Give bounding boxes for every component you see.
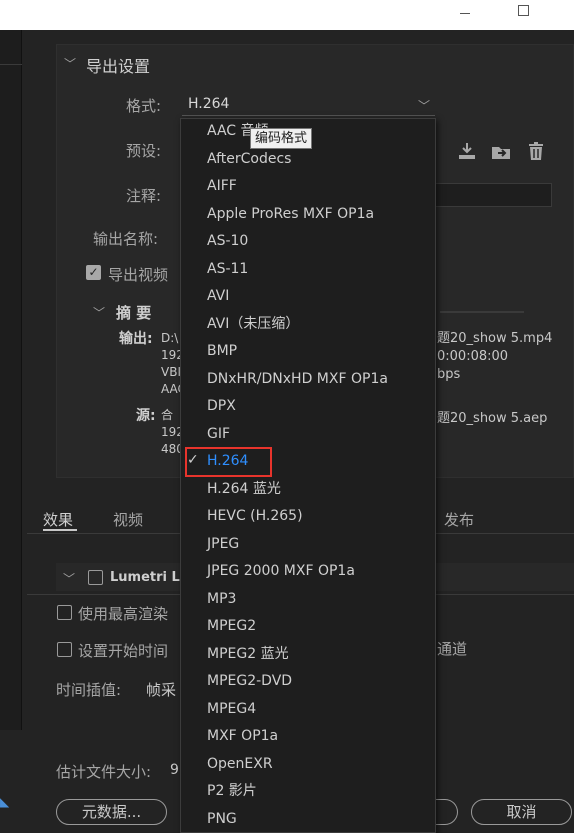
minimize-icon[interactable] — [460, 13, 470, 14]
preset-label: 预设: — [126, 142, 162, 160]
tooltip: 编码格式 — [250, 128, 313, 149]
start-time-checkbox[interactable] — [57, 642, 72, 657]
format-option-as11[interactable]: AS-11 — [207, 259, 248, 279]
format-option-mp3[interactable]: MP3 — [207, 589, 236, 609]
export-video-label: 导出视频 — [108, 266, 169, 284]
delete-preset-icon[interactable] — [525, 140, 547, 162]
format-option-aiff[interactable]: AIFF — [207, 176, 237, 196]
chevron-down-icon[interactable]: ﹀ — [64, 55, 76, 72]
format-option-hevc[interactable]: HEVC (H.265) — [207, 506, 303, 526]
format-option-jpeg[interactable]: JPEG — [207, 534, 239, 554]
est-size-label: 估计文件大小: — [56, 763, 152, 781]
format-option-dnxhr[interactable]: DNxHR/DNxHD MXF OP1a — [207, 369, 388, 389]
format-option-mpeg2-bluray[interactable]: MPEG2 蓝光 — [207, 644, 289, 664]
format-option-prores[interactable]: Apple ProRes MXF OP1a — [207, 204, 374, 224]
comment-input[interactable] — [434, 183, 552, 207]
format-option-mpeg2[interactable]: MPEG2 — [207, 616, 256, 636]
tab-effects[interactable]: 效果 — [43, 509, 73, 530]
output-label: 输出: — [119, 331, 153, 347]
metadata-button[interactable]: 元数据... — [56, 799, 167, 825]
selection-highlight-box — [185, 447, 272, 477]
start-time-label: 设置开始时间 — [78, 642, 169, 660]
format-option-as10[interactable]: AS-10 — [207, 231, 248, 251]
left-panel-strip — [0, 30, 22, 730]
format-option-mxf-op1a[interactable]: MXF OP1a — [207, 726, 278, 746]
save-preset-icon[interactable] — [456, 140, 478, 162]
format-option-h264-bluray[interactable]: H.264 蓝光 — [207, 479, 281, 499]
active-tab-indicator — [43, 529, 77, 531]
format-option-avi[interactable]: AVI — [207, 286, 229, 306]
section-title: 导出设置 — [86, 57, 151, 76]
chevron-down-icon[interactable]: ﹀ — [93, 304, 105, 321]
format-option-gif[interactable]: GIF — [207, 424, 230, 444]
format-option-bmp[interactable]: BMP — [207, 341, 237, 361]
tab-video[interactable]: 视频 — [113, 509, 143, 530]
source-info-right: 题20_show 5.aep — [437, 411, 548, 426]
corner-arrow-icon: ◣ — [0, 795, 10, 809]
comment-label: 注释: — [126, 187, 162, 205]
format-options: AAC 音频 AfterCodecs AIFF Apple ProRes MXF… — [180, 0, 436, 833]
tab-publish[interactable]: 发布 — [444, 509, 474, 530]
lumetri-label: Lumetri Lo — [110, 570, 189, 585]
output-name-label: 输出名称: — [93, 230, 159, 248]
time-interp-select[interactable]: 帧采 — [146, 679, 176, 700]
format-option-aftercodecs[interactable]: AfterCodecs — [207, 149, 291, 169]
channel-label: 通道 — [437, 640, 468, 658]
format-option-openexr[interactable]: OpenEXR — [207, 754, 273, 774]
format-option-mpeg2-dvd[interactable]: MPEG2-DVD — [207, 671, 292, 691]
lumetri-checkbox[interactable] — [88, 570, 103, 585]
format-option-dpx[interactable]: DPX — [207, 396, 236, 416]
format-option-jpeg2000[interactable]: JPEG 2000 MXF OP1a — [207, 561, 355, 581]
format-option-p2[interactable]: P2 影片 — [207, 781, 257, 801]
chevron-down-icon[interactable]: ﹀ — [63, 570, 75, 587]
format-option-mpeg4[interactable]: MPEG4 — [207, 699, 256, 719]
format-option-png[interactable]: PNG — [207, 809, 237, 829]
format-option-avi-uncompressed[interactable]: AVI（未压缩） — [207, 314, 299, 334]
max-render-checkbox[interactable] — [57, 605, 72, 620]
est-size-value: 9 — [170, 762, 179, 778]
max-render-label: 使用最高渲染 — [78, 605, 169, 623]
divider — [440, 311, 524, 313]
import-preset-icon[interactable] — [490, 140, 512, 162]
cancel-button[interactable]: 取消 — [471, 799, 572, 825]
divider — [0, 64, 22, 65]
format-label: 格式: — [126, 97, 162, 115]
summary-title: 摘 要 — [116, 304, 152, 322]
maximize-icon[interactable] — [518, 5, 529, 16]
export-video-checkbox[interactable]: ✓ — [86, 265, 101, 280]
output-info-right: 题20_show 5.mp4 0:00:08:00 bps — [437, 331, 553, 382]
source-label: 源: — [136, 408, 156, 424]
time-interp-label: 时间插值: — [56, 681, 122, 699]
